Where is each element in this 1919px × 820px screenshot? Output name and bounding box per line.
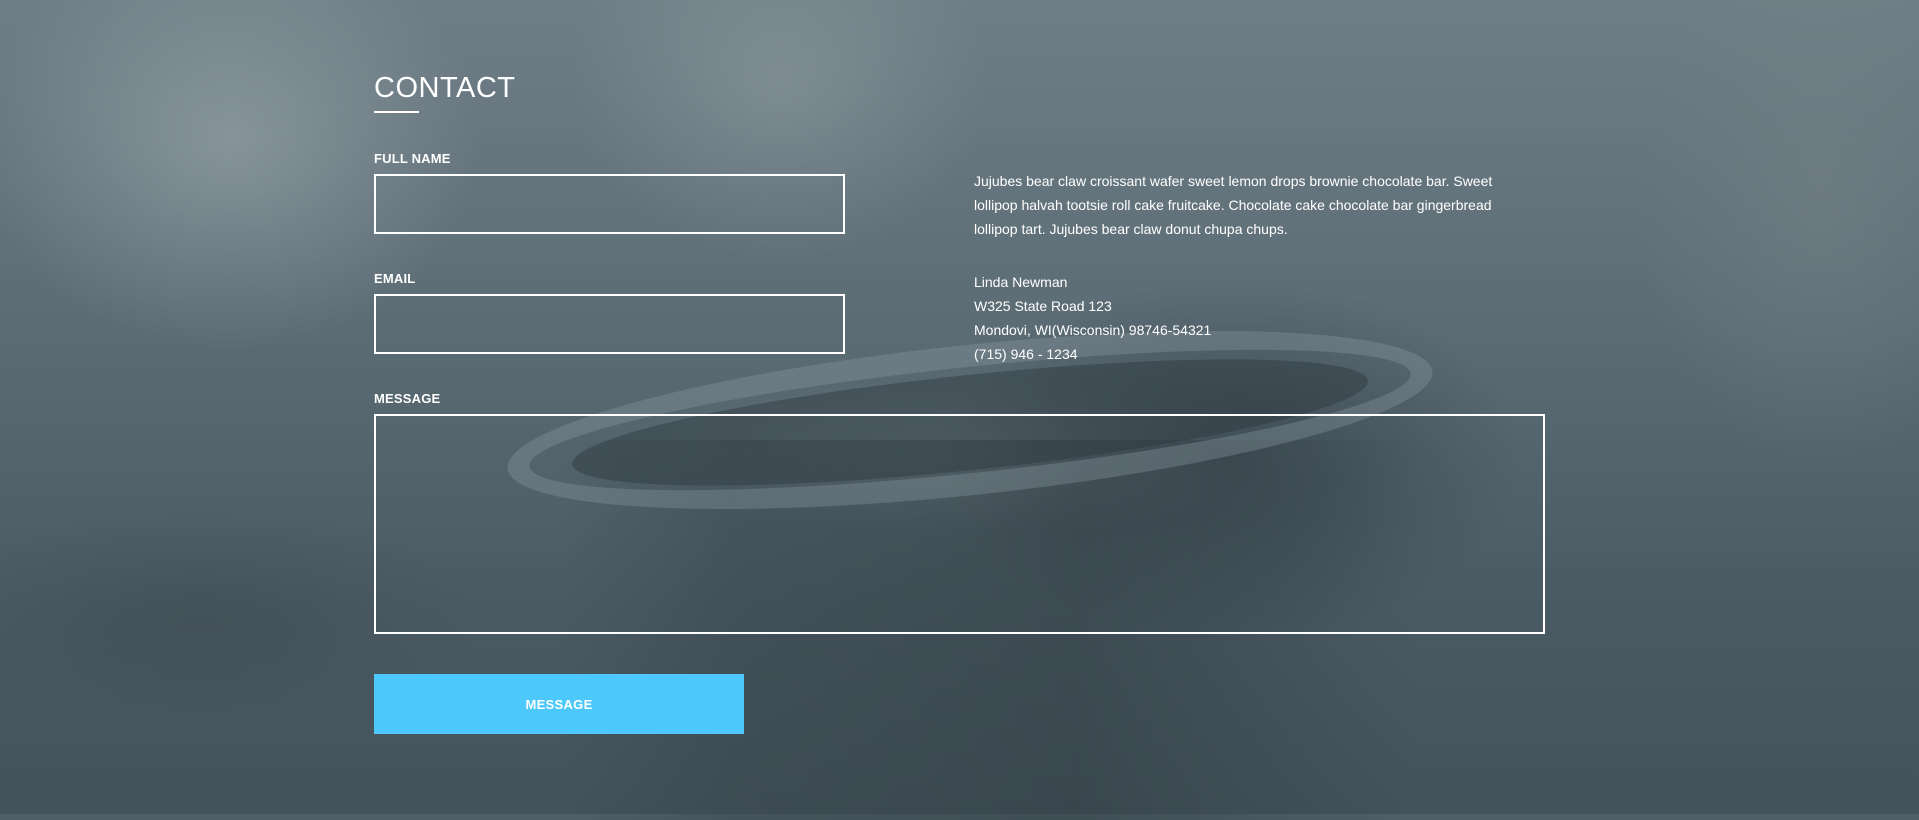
title-underline — [374, 111, 419, 113]
address-block: Linda Newman W325 State Road 123 Mondovi… — [974, 270, 1534, 366]
page-title: CONTACT — [374, 72, 516, 104]
email-label: EMAIL — [374, 271, 416, 286]
message-label: MESSAGE — [374, 391, 441, 406]
contact-info: Jujubes bear claw croissant wafer sweet … — [974, 169, 1534, 366]
phone-number: (715) 946 - 1234 — [974, 346, 1078, 362]
email-input[interactable] — [374, 294, 845, 354]
submit-message-button[interactable]: MESSAGE — [374, 674, 744, 734]
address-street: W325 State Road 123 — [974, 298, 1112, 314]
full-name-input[interactable] — [374, 174, 845, 234]
full-name-label: FULL NAME — [374, 151, 451, 166]
contact-person-name: Linda Newman — [974, 274, 1068, 290]
address-city: Mondovi, WI(Wisconsin) 98746-54321 — [974, 322, 1212, 338]
contact-section: CONTACT FULL NAME EMAIL MESSAGE MESSAGE … — [374, 0, 1546, 814]
message-textarea[interactable] — [374, 414, 1545, 634]
info-description: Jujubes bear claw croissant wafer sweet … — [974, 173, 1493, 237]
